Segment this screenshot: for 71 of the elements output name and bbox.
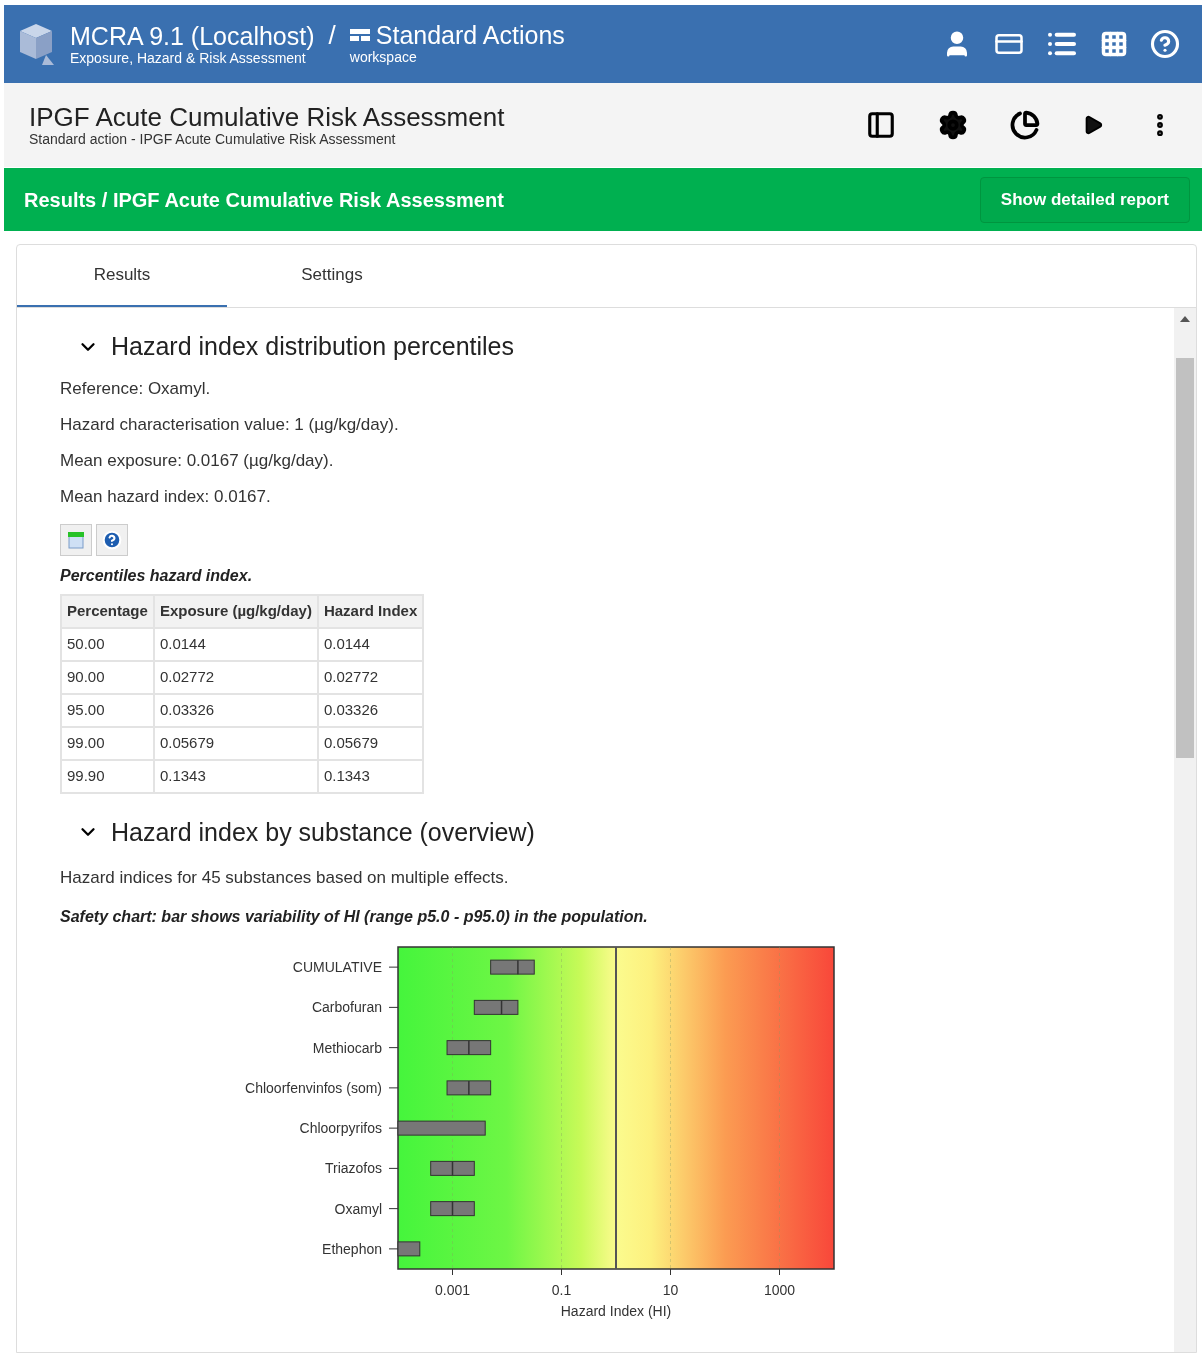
help-icon [102,529,122,550]
tick-label: 0.001 [435,1281,470,1298]
detailed-report-button[interactable]: Show detailed report [979,176,1190,223]
range-bar [446,1079,492,1095]
table-cell: 0.05679 [317,726,424,760]
category-label: CUMULATIVE [292,958,382,975]
table-cell: 0.03326 [153,693,318,727]
breadcrumb-separator: / [328,18,336,52]
category-label: Chloorpyrifos [299,1119,382,1136]
median-line [451,1160,454,1176]
tick-label: 0.1 [551,1281,572,1298]
info-text: Mean hazard index: 0.0167. [60,485,272,508]
scrollbar-drawing[interactable] [1174,308,1196,1352]
median-line [468,1039,470,1055]
table-cell: 99.00 [61,726,154,760]
category-label: Carbofuran [311,998,382,1015]
range-bar [430,1200,475,1216]
table-cell: 99.90 [61,759,154,793]
median-line [500,999,503,1015]
help-button[interactable] [96,523,128,556]
category-label: Oxamyl [334,1200,382,1217]
median-line [468,1079,470,1096]
axis-title: Hazard Index (HI) [560,1302,672,1319]
category-label: Methiocarb [312,1039,382,1056]
column-header: Exposure (µg/kg/day) [153,594,318,628]
panel-icon[interactable] [866,110,896,140]
tick-label: 10 [662,1281,679,1298]
table-caption: Percentiles hazard index. [60,565,254,586]
workspace-icon [349,27,370,43]
pie-chart-icon[interactable] [1010,110,1040,140]
column-header: Percentage [61,594,154,628]
table-cell: 0.0144 [153,627,318,661]
info-text: Hazard indices for 45 substances based on multiple effects. [60,867,510,889]
help-icon[interactable] [1150,29,1180,59]
median-line [517,958,519,975]
section-title: Hazard index by substance (overview) [111,816,535,848]
table-cell: 0.1343 [317,759,424,793]
table-cell: 90.00 [61,660,154,694]
category-label: Ethephon [322,1240,382,1257]
column-header: Hazard Index [317,594,424,628]
category-label: Triazofos [324,1159,382,1176]
settings-icon[interactable] [938,110,968,140]
table-cell: 0.02772 [317,660,424,694]
tab[interactable]: Settings [227,245,437,307]
workspace-subtitle: workspace [349,49,418,64]
chart-caption: Safety chart: bar shows variability of HI (range p5.0 - p95.0) in the population. [60,906,649,927]
table-cell: 0.03326 [317,693,424,727]
table-cell: 0.05679 [153,726,318,760]
action-subtitle: Standard action - IPGF Acute Cumulative Risk Assessment [29,132,397,146]
grid-icon[interactable] [1100,30,1128,58]
table-cell: 95.00 [61,693,154,727]
range-bar [490,959,535,975]
table-cell: 0.1343 [153,759,318,793]
info-text: Reference: Oxamyl. [60,377,212,400]
range-bar [446,1039,492,1055]
table-cell: 0.02772 [153,660,318,694]
app-subtitle: Exposure, Hazard & Risk Assessment [70,50,306,65]
category-label: Chloorfenvinfos (som) [245,1079,382,1096]
info-text: Mean exposure: 0.0167 (µg/kg/day). [60,449,335,472]
app-title[interactable]: MCRA 9.1 (Localhost) [70,23,315,49]
table-cell: 50.00 [61,627,154,661]
spreadsheet-icon [66,529,86,550]
tick-label: 1000 [763,1281,796,1298]
workspace-title[interactable]: Standard Actions [375,22,565,48]
results-title: Results / IPGF Acute Cumulative Risk Assessment [24,187,504,213]
section-title: Hazard index distribution percentiles [111,331,514,362]
median-line [451,1200,454,1216]
tab[interactable]: Results [17,245,227,307]
info-text: Hazard characterisation value: 1 (µg/kg/day). [60,413,400,436]
table-cell: 0.0144 [317,627,424,661]
action-title: IPGF Acute Cumulative Risk Assessment [29,104,505,130]
